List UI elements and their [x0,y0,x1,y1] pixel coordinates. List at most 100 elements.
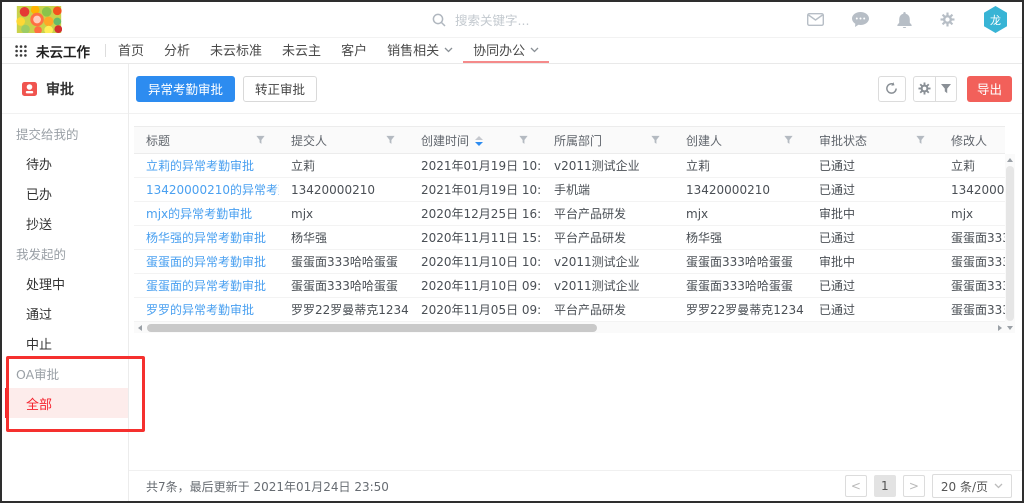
approvals-table: 标题提交人创建时间所属部门创建人审批状态修改人 立莉的异常考勤审批立莉2021年… [134,126,1005,322]
filter-button[interactable] [935,77,956,101]
table-row: 蛋蛋面的异常考勤审批蛋蛋面333哈哈蛋蛋2020年11月10日 10:24v20… [134,250,1005,274]
export-button[interactable]: 导出 [967,76,1012,102]
nav-item[interactable]: 协同办公 [463,38,549,63]
row-cell: v2011测试企业 [542,250,674,274]
chevron-down-icon [994,483,1003,489]
sidebar-item[interactable]: 待办 [2,148,128,178]
column-filter-icon[interactable] [255,135,266,146]
scroll-left-icon[interactable] [134,322,145,333]
sidebar-item[interactable]: 处理中 [2,268,128,298]
gear-icon [918,82,931,95]
nav-item[interactable]: 分析 [154,38,200,63]
table-row: mjx的异常考勤审批mjx2020年12月25日 16:04平台产品研发mjx审… [134,202,1005,226]
current-page[interactable]: 1 [874,475,896,497]
row-cell: 已通过 [807,154,939,178]
table-row: 杨华强的异常考勤审批杨华强2020年11月11日 15:00平台产品研发杨华强已… [134,226,1005,250]
column-header[interactable]: 提交人 [279,127,409,154]
nav-item[interactable]: 未云标准 [200,38,272,63]
app-logo-image[interactable] [16,6,62,33]
table-wrapper: 标题提交人创建时间所属部门创建人审批状态修改人 立莉的异常考勤审批立莉2021年… [134,126,1005,333]
scroll-down-icon[interactable] [1007,322,1013,333]
nav-item[interactable]: 首页 [108,38,154,63]
vertical-scrollbar[interactable] [1005,154,1015,333]
sidebar-item[interactable]: 抄送 [2,208,128,238]
nav-item[interactable]: 销售相关 [377,38,463,63]
table-row: 罗罗的异常考勤审批罗罗22罗曼蒂克12342020年11月05日 09:57平台… [134,298,1005,322]
row-cell: 罗罗22罗曼蒂克1234 [674,298,807,322]
row-cell: 蛋蛋面333哈哈蛋蛋 [674,250,807,274]
sort-asc-icon[interactable] [475,136,483,140]
column-header[interactable]: 创建时间 [409,127,542,154]
column-filter-icon[interactable] [915,135,926,146]
sort-control[interactable] [475,136,483,146]
column-header[interactable]: 审批状态 [807,127,939,154]
chevron-down-icon [444,47,453,53]
prev-page-button[interactable]: < [845,475,867,497]
row-cell: 13420000210 [939,178,1005,202]
row-cell: 蛋蛋面333哈哈蛋蛋 [939,226,1005,250]
column-filter-icon[interactable] [650,135,661,146]
page-size-select[interactable]: 20 条/页 [932,474,1012,498]
next-page-button[interactable]: > [903,475,925,497]
global-search-input[interactable]: 搜索关键字... [432,2,529,37]
row-title-link[interactable]: 13420000210的异常考勤审批 [134,178,279,202]
nav-item-label: 分析 [164,40,190,59]
column-filter-icon[interactable] [385,135,396,146]
sidebar-item[interactable]: 中止 [2,328,128,358]
bell-icon[interactable] [897,12,912,28]
scroll-right-icon[interactable] [994,322,1005,333]
tab-button[interactable]: 转正审批 [243,76,317,102]
column-label: 提交人 [291,134,327,148]
row-cell: 2021年01月19日 10:22 [409,154,542,178]
row-cell: 平台产品研发 [542,298,674,322]
hscroll-thumb[interactable] [147,324,597,332]
sidebar-item[interactable]: 通过 [2,298,128,328]
sidebar-item[interactable]: 已办 [2,178,128,208]
mail-icon[interactable] [807,13,824,26]
row-cell: v2011测试企业 [542,274,674,298]
search-placeholder: 搜索关键字... [455,10,529,29]
column-header[interactable]: 标题 [134,127,279,154]
row-title-link[interactable]: 罗罗的异常考勤审批 [134,298,279,322]
row-cell: 蛋蛋面333哈哈蛋蛋 [279,250,409,274]
row-cell: 2020年11月11日 15:00 [409,226,542,250]
column-filter-icon[interactable] [783,135,794,146]
sort-desc-icon[interactable] [475,142,483,146]
column-label: 所属部门 [554,134,602,148]
row-title-link[interactable]: 杨华强的异常考勤审批 [134,226,279,250]
row-cell: 2020年12月25日 16:04 [409,202,542,226]
row-cell: 平台产品研发 [542,226,674,250]
refresh-button[interactable] [878,76,906,102]
chat-icon[interactable] [852,12,869,27]
scroll-up-icon[interactable] [1007,154,1013,165]
column-header[interactable]: 修改人 [939,127,1005,154]
nav-item[interactable]: 客户 [331,38,377,63]
apps-grid-icon[interactable] [15,45,27,57]
horizontal-scrollbar[interactable] [134,322,1005,333]
row-cell: 平台产品研发 [542,202,674,226]
column-header[interactable]: 创建人 [674,127,807,154]
hscroll-track[interactable] [145,322,994,333]
tab-button[interactable]: 异常考勤审批 [136,76,235,102]
sidebar-item[interactable]: 全部 [5,388,128,418]
nav-item-label: 销售相关 [387,40,439,59]
column-filter-icon[interactable] [518,135,529,146]
settings-gear-icon[interactable] [940,12,955,27]
workspace-title[interactable]: 未云工作 [36,41,90,61]
page-size-value: 20 条/页 [941,478,988,495]
row-title-link[interactable]: 蛋蛋面的异常考勤审批 [134,250,279,274]
vscroll-thumb[interactable] [1006,166,1014,321]
nav-item[interactable]: 未云主 [272,38,331,63]
row-cell: 2020年11月10日 10:24 [409,250,542,274]
row-title-link[interactable]: mjx的异常考勤审批 [134,202,279,226]
row-title-link[interactable]: 立莉的异常考勤审批 [134,154,279,178]
column-settings-button[interactable] [914,77,935,101]
sidebar: 审批 提交给我的待办已办抄送我发起的处理中通过中止OA审批全部 [2,64,129,501]
column-header[interactable]: 所属部门 [542,127,674,154]
row-cell: 蛋蛋面333哈哈蛋蛋 [939,298,1005,322]
nav-item-label: 未云标准 [210,40,262,59]
row-title-link[interactable]: 蛋蛋面的异常考勤审批 [134,274,279,298]
user-avatar[interactable]: 龙 [983,6,1008,33]
row-cell: 审批中 [807,250,939,274]
row-cell: 蛋蛋面333哈哈蛋蛋 [939,274,1005,298]
